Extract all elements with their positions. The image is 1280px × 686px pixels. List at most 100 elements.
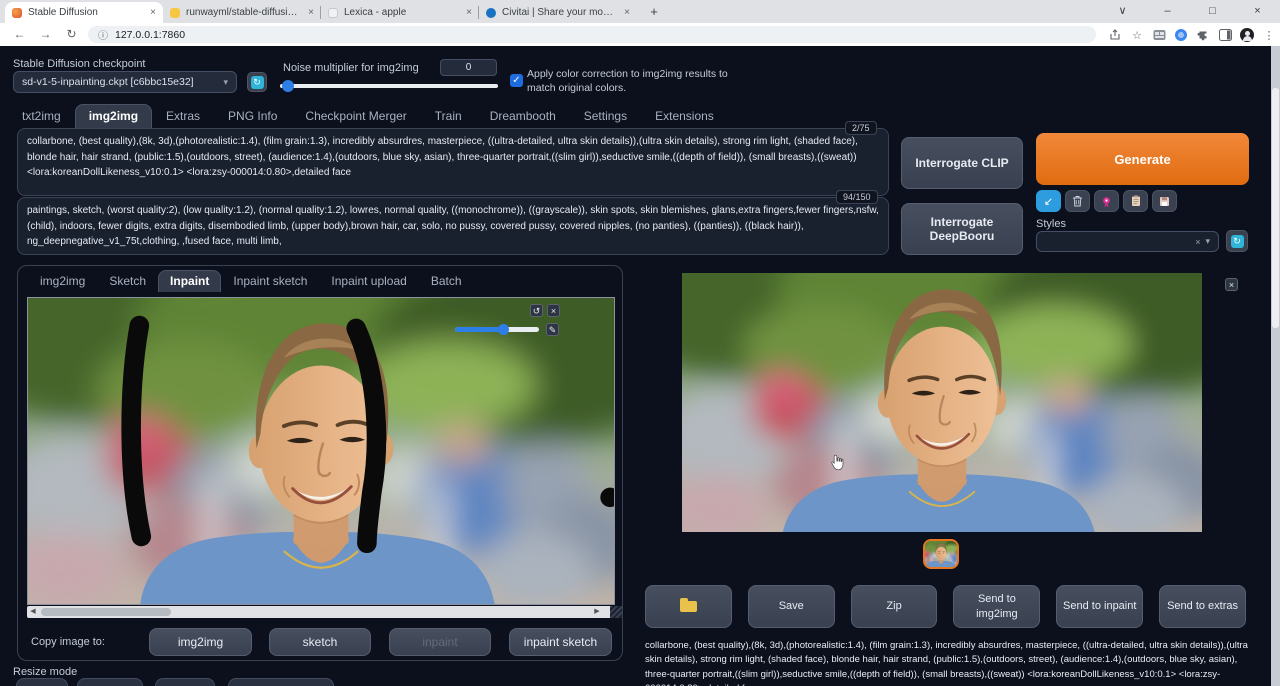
extra-networks-icon[interactable] <box>1094 190 1119 212</box>
styles-refresh-button[interactable]: ↻ <box>1226 230 1248 252</box>
tab-txt2img[interactable]: txt2img <box>8 104 75 128</box>
clear-image-icon[interactable]: × <box>547 304 560 317</box>
read-params-arrow-icon[interactable]: ↙ <box>1036 190 1061 212</box>
window-menu-icon[interactable]: ∨ <box>1100 0 1145 23</box>
bookmark-star-icon[interactable]: ☆ <box>1128 26 1146 44</box>
save-style-floppy-icon[interactable] <box>1152 190 1177 212</box>
share-icon[interactable] <box>1106 26 1124 44</box>
resize-mode-option[interactable] <box>155 678 215 686</box>
sd-webui-page: Stable Diffusion checkpoint sd-v1-5-inpa… <box>0 46 1280 686</box>
tab-close-icon[interactable]: × <box>466 7 472 18</box>
checkpoint-dropdown[interactable]: sd-v1-5-inpainting.ckpt [c6bbc15e32] ▾ <box>13 71 237 93</box>
resize-mode-option[interactable] <box>77 678 143 686</box>
brush-size-slider[interactable] <box>455 324 539 335</box>
gallery-thumbnail[interactable] <box>923 539 959 569</box>
tab-extras[interactable]: Extras <box>152 104 214 128</box>
tab-img2img-inner[interactable]: img2img <box>28 270 97 292</box>
extension-grid-icon[interactable] <box>1150 26 1168 44</box>
noise-multiplier-value[interactable]: 0 <box>440 59 497 76</box>
tab-checkpoint-merger[interactable]: Checkpoint Merger <box>291 104 420 128</box>
send-to-extras-button[interactable]: Send to extras <box>1159 585 1246 628</box>
negative-prompt-textarea[interactable]: paintings, sketch, (worst quality:2), (l… <box>17 197 889 255</box>
main-tabbar: txt2img img2img Extras PNG Info Checkpoi… <box>8 104 728 128</box>
window-maximize-button[interactable]: □ <box>1190 0 1235 23</box>
slider-thumb[interactable] <box>498 324 509 335</box>
tab-close-icon[interactable]: × <box>150 7 156 18</box>
zip-button[interactable]: Zip <box>850 585 938 628</box>
forward-icon[interactable]: → <box>36 25 55 44</box>
browser-tab-lexica[interactable]: Lexica - apple × <box>320 2 479 23</box>
tab-dreambooth[interactable]: Dreambooth <box>476 104 570 128</box>
copy-to-inpaint-button[interactable]: inpaint <box>389 628 491 656</box>
interrogate-clip-button[interactable]: Interrogate CLIP <box>901 137 1023 189</box>
browser-tab-stable-diffusion[interactable]: Stable Diffusion × <box>5 2 163 23</box>
brush-icon[interactable]: ✎ <box>546 323 559 336</box>
tab-inpaint-upload[interactable]: Inpaint upload <box>319 270 418 292</box>
scroll-right-icon[interactable]: ▶ <box>591 606 603 618</box>
profile-avatar[interactable] <box>1238 26 1256 44</box>
tab-batch[interactable]: Batch <box>419 270 474 292</box>
tab-img2img[interactable]: img2img <box>74 104 153 128</box>
resize-mode-option[interactable] <box>228 678 334 686</box>
canvas-horizontal-scrollbar[interactable]: ◀ ▶ <box>27 606 615 618</box>
open-folder-button[interactable] <box>645 585 732 628</box>
side-panel-icon[interactable] <box>1216 26 1234 44</box>
interrogate-deepbooru-button[interactable]: Interrogate DeepBooru <box>901 203 1023 255</box>
tab-train[interactable]: Train <box>421 104 476 128</box>
copy-to-img2img-button[interactable]: img2img <box>149 628 252 656</box>
resize-mode-option[interactable] <box>16 678 68 686</box>
blue-extension-icon[interactable] <box>1172 26 1190 44</box>
page-scrollbar-thumb[interactable] <box>1272 88 1279 328</box>
styles-dropdown[interactable]: × ▾ <box>1036 231 1219 252</box>
refresh-icon: ↻ <box>250 75 264 89</box>
tab-inpaint-sketch[interactable]: Inpaint sketch <box>221 270 319 292</box>
browser-tab-huggingface[interactable]: runwayml/stable-diffusion-inpa × <box>163 2 321 23</box>
extensions-puzzle-icon[interactable] <box>1194 26 1212 44</box>
apply-style-clipboard-icon[interactable] <box>1123 190 1148 212</box>
send-to-img2img-button[interactable]: Send to img2img <box>953 585 1041 628</box>
noise-multiplier-slider[interactable] <box>280 80 498 92</box>
tab-extensions[interactable]: Extensions <box>641 104 728 128</box>
close-gallery-icon[interactable]: × <box>1225 278 1238 291</box>
undo-icon[interactable]: ↺ <box>530 304 543 317</box>
refresh-icon: ↻ <box>1230 234 1244 248</box>
site-info-icon[interactable]: ⓘ <box>98 27 108 42</box>
tab-sketch[interactable]: Sketch <box>97 270 158 292</box>
reload-icon[interactable]: ↻ <box>62 25 81 44</box>
back-icon[interactable]: ← <box>10 25 29 44</box>
canvas-resize-grip[interactable] <box>610 606 622 618</box>
page-scrollbar[interactable] <box>1271 46 1280 686</box>
color-correction-checkbox[interactable]: ✓ <box>510 74 523 87</box>
folder-icon <box>679 598 697 612</box>
scrollbar-thumb[interactable] <box>41 608 171 616</box>
tab-close-icon[interactable]: × <box>624 7 630 18</box>
prompt-textarea[interactable]: collarbone, (best quality),(8k, 3d),(pho… <box>17 128 889 196</box>
resize-mode-label: Resize mode <box>13 666 78 678</box>
browser-tab-civitai[interactable]: Civitai | Share your models × <box>478 2 637 23</box>
clear-prompt-trash-icon[interactable] <box>1065 190 1090 212</box>
window-minimize-button[interactable]: – <box>1145 0 1190 23</box>
send-to-inpaint-button[interactable]: Send to inpaint <box>1056 585 1144 628</box>
tab-settings[interactable]: Settings <box>570 104 641 128</box>
tab-title: Stable Diffusion <box>28 7 98 18</box>
checkpoint-refresh-button[interactable]: ↻ <box>247 72 267 92</box>
slider-thumb[interactable] <box>282 80 294 92</box>
copy-to-sketch-button[interactable]: sketch <box>269 628 371 656</box>
clear-icon[interactable]: × <box>1195 237 1200 247</box>
prompt-token-counter: 2/75 <box>845 121 877 135</box>
tab-png-info[interactable]: PNG Info <box>214 104 291 128</box>
result-image[interactable] <box>682 273 1202 532</box>
address-bar[interactable]: ⓘ 127.0.0.1:7860 <box>88 26 1096 43</box>
save-button[interactable]: Save <box>747 585 835 628</box>
scroll-left-icon[interactable]: ◀ <box>27 606 39 618</box>
stable-diffusion-favicon <box>12 7 22 18</box>
window-close-button[interactable]: × <box>1235 0 1280 23</box>
tab-inpaint[interactable]: Inpaint <box>158 270 222 292</box>
generate-button[interactable]: Generate <box>1036 133 1249 185</box>
styles-label: Styles <box>1036 218 1066 230</box>
menu-dots-icon[interactable]: ⋮ <box>1260 26 1278 44</box>
copy-to-inpaint-sketch-button[interactable]: inpaint sketch <box>509 628 612 656</box>
new-tab-button[interactable]: + <box>645 3 663 21</box>
inpaint-canvas[interactable]: ↺ × ✎ <box>27 297 615 605</box>
tab-close-icon[interactable]: × <box>308 7 314 18</box>
